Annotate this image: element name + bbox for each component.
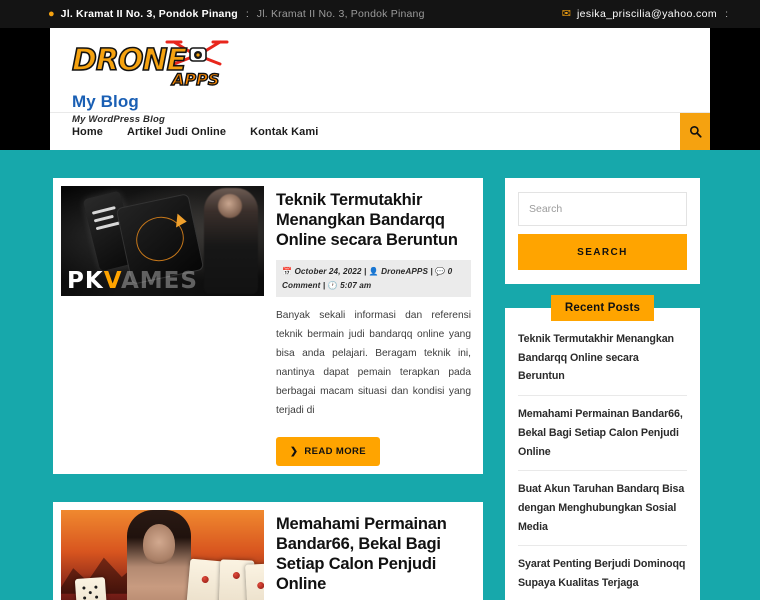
site-title[interactable]: My Blog — [72, 92, 710, 112]
post-excerpt: Banyak sekali informasi dan referensi te… — [276, 310, 471, 416]
model-graphic — [204, 188, 258, 294]
search-input[interactable] — [518, 192, 687, 226]
post-thumbnail[interactable]: PKVAMES — [61, 186, 264, 296]
domino-tile — [245, 562, 264, 600]
list-item[interactable]: Buat Akun Taruhan Bandarq Bisa dengan Me… — [518, 471, 687, 547]
recent-posts-list: Teknik Termutakhir Menangkan Bandarqq On… — [518, 328, 687, 600]
read-more-button[interactable]: ❯ READ MORE — [276, 436, 381, 466]
envelope-icon: ✉ — [561, 7, 571, 20]
post-meta: 📅 October 24, 2022 | 👤 DroneAPPS | 💬 0 C… — [276, 260, 471, 298]
site-logo[interactable]: DRONE APPS — [71, 38, 247, 90]
nav-item-home[interactable]: Home — [72, 126, 103, 138]
meta-divider-1: | — [363, 267, 367, 277]
list-item[interactable]: Memahami Permainan Bandar66, Bekal Bagi … — [518, 396, 687, 472]
map-pin-icon: ● — [48, 7, 55, 20]
meta-divider-2: | — [430, 267, 433, 277]
email-value[interactable]: jesika_priscilia@yahoo.com — [577, 8, 717, 20]
address-separator: : — [245, 8, 249, 20]
post-card: Memahami Permainan Bandar66, Bekal Bagi … — [53, 501, 483, 600]
post-title[interactable]: Memahami Permainan Bandar66, Bekal Bagi … — [276, 514, 471, 595]
clock-icon: 🕐 — [327, 280, 338, 290]
branding: DRONE APPS My Blog My WordPress Blog — [50, 28, 710, 125]
main-content: PKVAMES Teknik Termutakhir Menangkan Ban… — [53, 178, 483, 600]
post-date: October 24, 2022 — [294, 267, 362, 277]
post-body: Memahami Permainan Bandar66, Bekal Bagi … — [276, 510, 475, 600]
model-graphic — [127, 509, 191, 600]
recent-posts-title-wrap: Recent Posts — [518, 295, 687, 321]
recent-posts-title: Recent Posts — [550, 295, 655, 321]
comment-icon: 💬 — [435, 267, 446, 277]
v-text: V — [103, 268, 121, 294]
post-inner: PKVAMES Teknik Termutakhir Menangkan Ban… — [61, 186, 475, 466]
header-outer: DRONE APPS My Blog My WordPress Blog Hom… — [0, 28, 760, 150]
address-label: Jl. Kramat II No. 3, Pondok Pinang — [60, 8, 238, 20]
post-body: Teknik Termutakhir Menangkan Bandarqq On… — [276, 186, 475, 466]
sidebar: SEARCH Recent Posts Teknik Termutakhir M… — [505, 178, 700, 600]
post-title[interactable]: Teknik Termutakhir Menangkan Bandarqq On… — [276, 190, 471, 250]
domino-banner-image — [61, 509, 264, 600]
nav-search-button[interactable] — [680, 113, 710, 150]
address-value: Jl. Kramat II No. 3, Pondok Pinang — [256, 8, 425, 20]
list-item[interactable]: Syarat Penting Berjudi Dominoqq Supaya K… — [518, 546, 687, 600]
pk-games-banner-image: PKVAMES — [61, 186, 264, 296]
email-separator: : — [725, 8, 728, 20]
nav-item-artikel-judi-online[interactable]: Artikel Judi Online — [127, 126, 226, 138]
post-author[interactable]: DroneAPPS — [381, 267, 428, 276]
header: DRONE APPS My Blog My WordPress Blog Hom… — [50, 28, 710, 150]
post-inner: Memahami Permainan Bandar66, Bekal Bagi … — [61, 509, 475, 600]
calendar-icon: 📅 — [282, 267, 293, 277]
page-body: PKVAMES Teknik Termutakhir Menangkan Ban… — [0, 150, 760, 600]
arrow-graphic — [176, 213, 188, 229]
games-text: AMES — [120, 268, 198, 294]
search-widget: SEARCH — [505, 178, 700, 284]
main-navigation: Home Artikel Judi Online Kontak Kami — [50, 112, 710, 150]
post-card: PKVAMES Teknik Termutakhir Menangkan Ban… — [53, 178, 483, 474]
user-icon: 👤 — [368, 267, 379, 277]
top-bar-email[interactable]: ✉ jesika_priscilia@yahoo.com : — [562, 8, 730, 20]
read-more-label: READ MORE — [304, 445, 367, 457]
top-bar-address: ● Jl. Kramat II No. 3, Pondok Pinang : J… — [48, 8, 425, 20]
post-time: 5:07 am — [340, 280, 372, 290]
chevron-right-icon: ❯ — [290, 445, 299, 457]
recent-posts-widget: Recent Posts Teknik Termutakhir Menangka… — [505, 295, 700, 600]
search-icon — [689, 125, 702, 138]
post-thumbnail[interactable] — [61, 509, 264, 600]
nav-items: Home Artikel Judi Online Kontak Kami — [50, 113, 680, 150]
domino-tile — [74, 576, 110, 600]
meta-divider-3: | — [322, 280, 326, 290]
nav-item-kontak-kami[interactable]: Kontak Kami — [250, 126, 318, 138]
list-item[interactable]: Teknik Termutakhir Menangkan Bandarqq On… — [518, 328, 687, 397]
logo-sub-text: APPS — [171, 70, 220, 89]
pk-games-wordmark: PKVAMES — [67, 270, 198, 293]
logo-main-text: DRONE — [71, 43, 188, 78]
top-bar: ● Jl. Kramat II No. 3, Pondok Pinang : J… — [0, 0, 760, 28]
pk-text: PK — [67, 268, 104, 294]
search-submit-button[interactable]: SEARCH — [518, 234, 687, 270]
